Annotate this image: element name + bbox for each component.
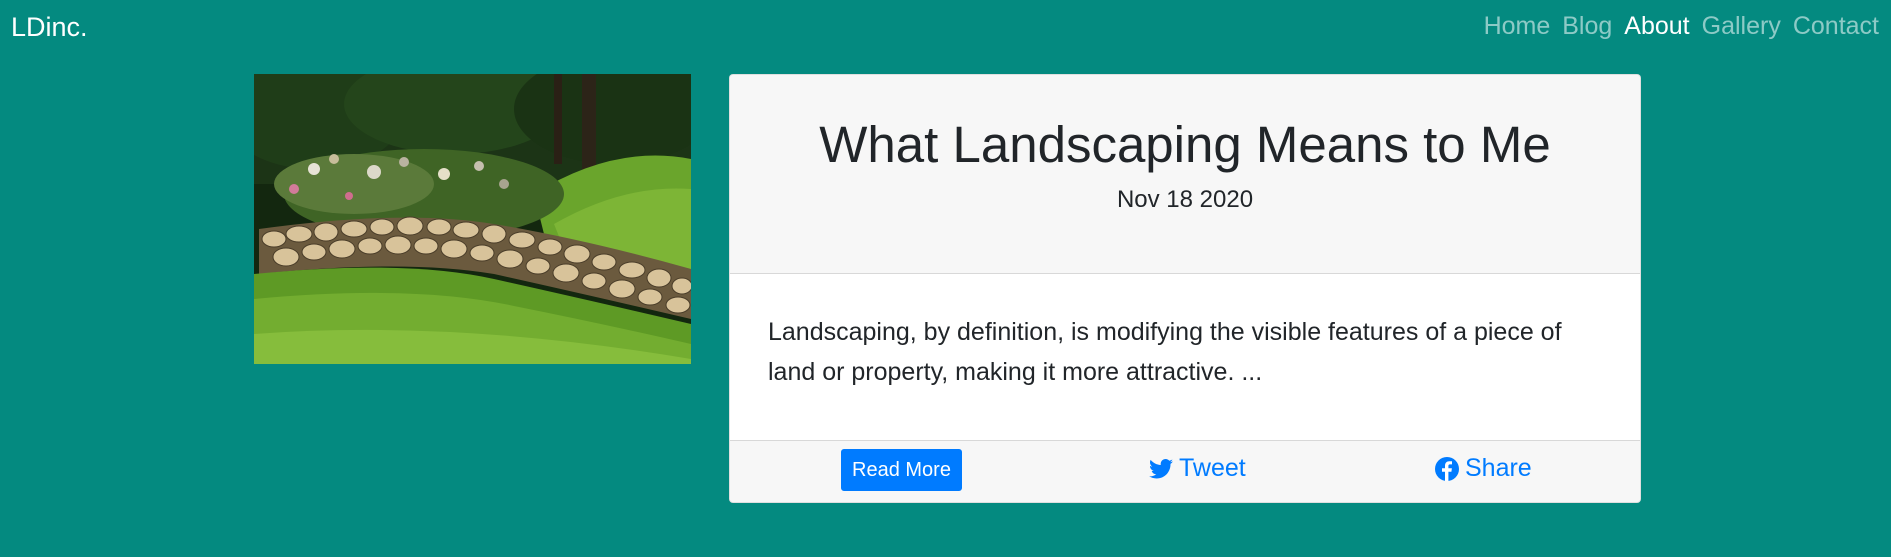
brand-logo[interactable]: LDinc. [11,12,88,43]
tweet-link[interactable]: Tweet [1149,454,1246,483]
twitter-icon [1149,458,1173,479]
nav-blog-link[interactable]: Blog [1562,12,1612,41]
post-date: Nov 18 2020 [1116,186,1254,214]
nav-about-link[interactable]: About [1624,12,1689,41]
post-image [254,74,691,364]
nav-gallery-link[interactable]: Gallery [1702,12,1781,41]
read-more-button[interactable]: Read More [841,449,962,491]
card-header: What Landscaping Means to Me Nov 18 2020 [730,75,1640,274]
facebook-icon [1435,456,1459,481]
post-title: What Landscaping Means to Me [819,116,1551,173]
card-body: Landscaping, by definition, is modifying… [730,274,1640,442]
facebook-share-link[interactable]: Share [1435,454,1532,483]
nav-links: Home Blog About Gallery Contact [1484,12,1879,41]
post-card: What Landscaping Means to Me Nov 18 2020… [729,74,1641,503]
card-footer: Read More Tweet Share [730,440,1640,502]
nav-home-link[interactable]: Home [1484,12,1551,41]
tweet-label: Tweet [1179,454,1246,482]
share-label: Share [1465,454,1532,482]
navbar: LDinc. Home Blog About Gallery Contact [0,0,1891,60]
nav-contact-link[interactable]: Contact [1793,12,1879,41]
post-excerpt: Landscaping, by definition, is modifying… [768,318,1562,386]
